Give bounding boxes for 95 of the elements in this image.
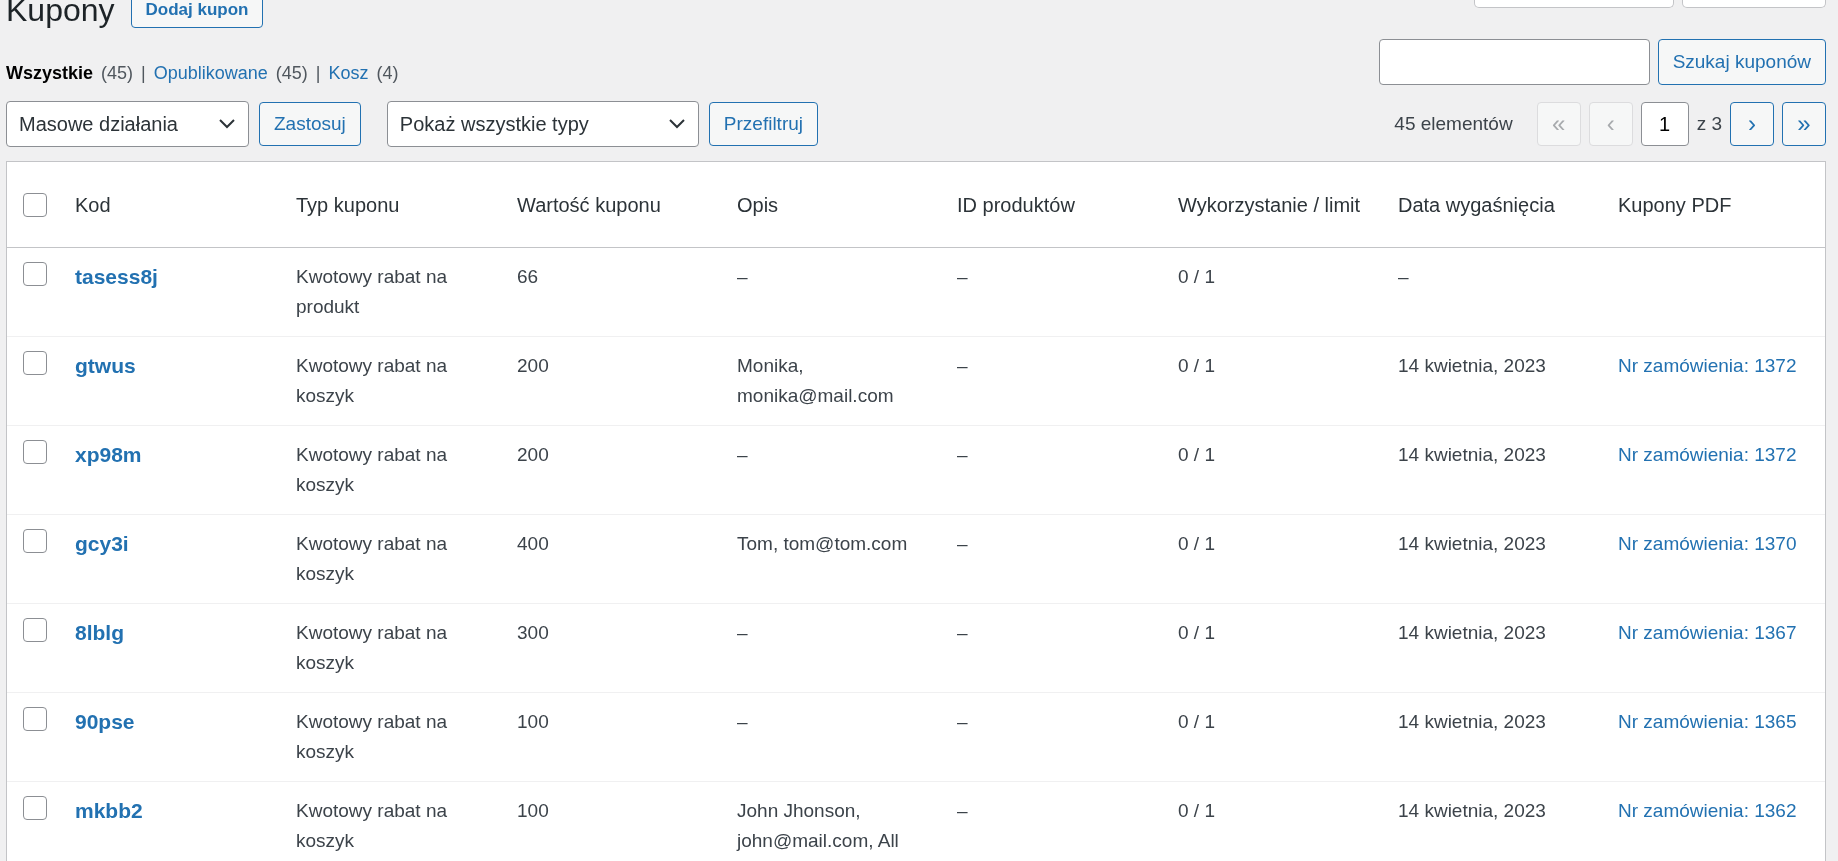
table-cell: 0 / 1 [1178, 800, 1215, 821]
table-cell: – [957, 711, 968, 732]
coupon-code-link[interactable]: xp98m [75, 443, 142, 466]
dropdown-value: Masowe działania [19, 112, 178, 137]
column-header: Wykorzystanie / limit [1178, 192, 1362, 218]
order-link[interactable]: Nr zamówienia: 1365 [1618, 711, 1797, 732]
table-cell: – [957, 355, 968, 376]
status-link[interactable]: Kosz [328, 60, 369, 87]
table-cell: – [957, 800, 968, 821]
status-count: (45) [101, 62, 134, 85]
status-link[interactable]: Wszystkie [6, 60, 94, 87]
column-header: Data wygaśnięcia [1398, 192, 1556, 218]
table-cell: 100 [517, 800, 549, 821]
table-cell: 14 kwietnia, 2023 [1398, 800, 1546, 821]
table-cell: Kwotowy rabat na koszyk [296, 533, 448, 584]
table-cell: 300 [517, 622, 549, 643]
coupon-type-dropdown[interactable]: Pokaż wszystkie typy [386, 101, 699, 147]
table-cell: – [1398, 266, 1409, 287]
table-cell: – [737, 622, 748, 643]
table-cell: – [737, 444, 748, 465]
column-header: Opis [737, 192, 780, 218]
coupon-code-link[interactable]: 90pse [75, 710, 135, 733]
coupon-code-link[interactable]: mkbb2 [75, 799, 143, 822]
chevron-down-icon [667, 118, 686, 130]
coupon-code-link[interactable]: gtwus [75, 354, 136, 377]
checkbox[interactable] [23, 707, 47, 731]
checkbox[interactable] [23, 440, 47, 464]
table-cell: John Jhonson, john@mail.com, All [737, 800, 899, 851]
table-cell: 14 kwietnia, 2023 [1398, 622, 1546, 643]
pagination-button[interactable]: › [1730, 102, 1774, 146]
search-field[interactable] [1378, 38, 1650, 85]
item-count: 45 elementów [1394, 111, 1513, 136]
table-cell: – [957, 622, 968, 643]
dropdown-value: Pokaż wszystkie typy [399, 112, 589, 137]
table-cell: 400 [517, 533, 549, 554]
order-link[interactable]: Nr zamówienia: 1370 [1618, 533, 1797, 554]
coupon-code-link[interactable]: 8lblg [75, 621, 124, 644]
table-cell: Kwotowy rabat na koszyk [296, 355, 448, 406]
table-cell: 0 / 1 [1178, 355, 1215, 376]
coupon-code-link[interactable]: tasess8j [75, 265, 158, 288]
checkbox[interactable] [23, 351, 47, 375]
table-cell: – [737, 266, 748, 287]
coupon-code-link[interactable]: gcy3i [75, 532, 129, 555]
table-cell: 14 kwietnia, 2023 [1398, 444, 1546, 465]
table-cell: Kwotowy rabat na koszyk [296, 800, 448, 851]
table-cell: Kwotowy rabat na koszyk [296, 444, 448, 495]
separator: | [141, 62, 146, 85]
table-cell: 0 / 1 [1178, 266, 1215, 287]
filter-button[interactable]: Przefiltruj [708, 102, 818, 146]
checkbox[interactable] [23, 796, 47, 820]
table-cell: 100 [517, 711, 549, 732]
table-cell: Kwotowy rabat na produkt [296, 266, 448, 317]
order-link[interactable]: Nr zamówienia: 1372 [1618, 444, 1797, 465]
table-cell: 14 kwietnia, 2023 [1398, 533, 1546, 554]
column-header: Wartość kuponu [517, 192, 662, 218]
column-header: Typ kuponu [296, 192, 401, 218]
separator: | [315, 62, 321, 85]
checkbox[interactable] [23, 529, 47, 553]
order-link[interactable]: Nr zamówienia: 1362 [1618, 800, 1797, 821]
table-cell: 0 / 1 [1178, 622, 1215, 643]
table-cell: 200 [517, 355, 549, 376]
table-cell: Monika, monika@mail.com [737, 355, 894, 406]
column-header: Kod [75, 192, 112, 218]
search-button[interactable]: Szukaj kuponów [1657, 38, 1826, 85]
table-cell: 14 kwietnia, 2023 [1398, 355, 1546, 376]
pagination-button[interactable]: » [1782, 102, 1826, 146]
apply-button[interactable]: Zastosuj [259, 102, 361, 146]
table-cell: Tom, tom@tom.com [737, 533, 908, 554]
status-link[interactable]: Opublikowane [153, 60, 268, 87]
table-cell: 200 [517, 444, 549, 465]
order-link[interactable]: Nr zamówienia: 1372 [1618, 355, 1797, 376]
table-cell: 0 / 1 [1178, 444, 1215, 465]
table-cell: 0 / 1 [1178, 711, 1215, 732]
checkbox[interactable] [23, 262, 47, 286]
status-count: (4) [376, 62, 399, 85]
checkbox[interactable] [23, 618, 47, 642]
bulk-actions-dropdown[interactable]: Masowe działania [6, 101, 249, 147]
table-cell: – [957, 533, 968, 554]
table-cell: 14 kwietnia, 2023 [1398, 711, 1546, 732]
add-coupon-button[interactable]: Dodaj kupon [130, 0, 264, 28]
table-cell: Kwotowy rabat na koszyk [296, 711, 448, 762]
checkbox[interactable] [23, 192, 47, 217]
table-cell: 0 / 1 [1178, 533, 1215, 554]
chevron-down-icon [218, 118, 236, 130]
page-total: z 3 [1696, 111, 1722, 136]
page-number-field[interactable]: 1 [1640, 102, 1689, 146]
order-link[interactable]: Nr zamówienia: 1367 [1618, 622, 1797, 643]
table-cell: 66 [517, 266, 539, 287]
table-cell: – [957, 444, 968, 465]
table-cell: Kwotowy rabat na koszyk [296, 622, 448, 673]
column-header: ID produktów [957, 192, 1076, 218]
table-cell: – [957, 266, 968, 287]
status-count: (45) [275, 62, 308, 85]
column-header: Kupony PDF [1618, 192, 1733, 218]
table-cell: – [737, 711, 748, 732]
